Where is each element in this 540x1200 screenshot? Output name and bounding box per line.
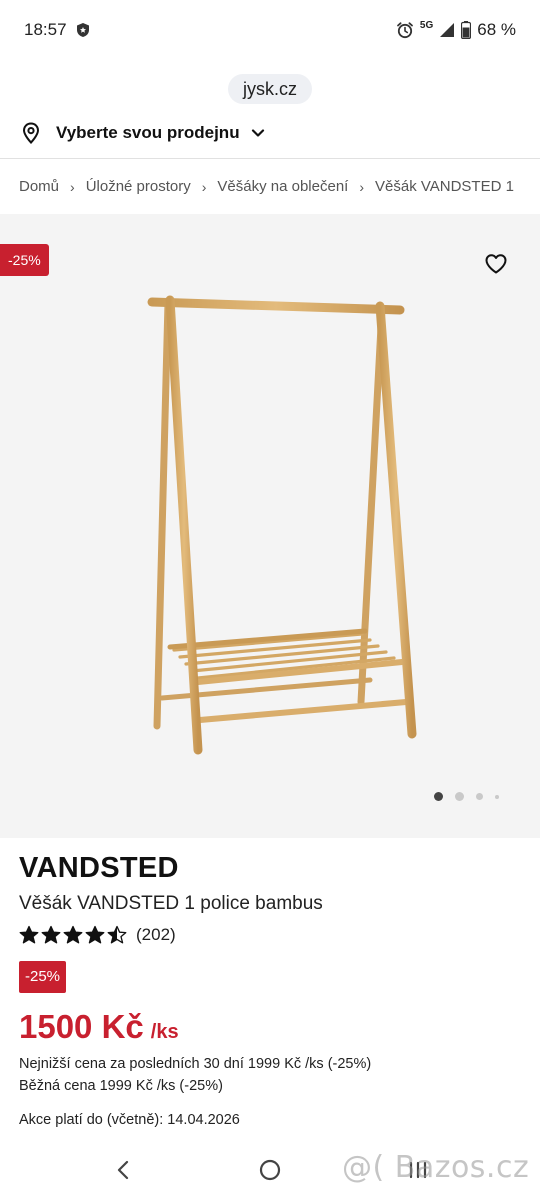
breadcrumb-separator: › — [359, 178, 364, 195]
carousel-indicator[interactable] — [434, 792, 499, 801]
store-selector-label: Vyberte svou prodejnu — [56, 123, 240, 142]
carousel-dot[interactable] — [476, 793, 483, 800]
review-count[interactable]: (202) — [136, 925, 176, 945]
price-value: 1500 Kč — [19, 1008, 144, 1045]
signal-icon — [440, 23, 455, 37]
battery-icon — [461, 21, 472, 39]
discount-badge: -25% — [0, 244, 49, 276]
price-row: 1500 Kč /ks — [19, 1008, 179, 1046]
star-full-icon — [85, 925, 105, 944]
watermark: @( Bazos.cz — [342, 1150, 530, 1185]
status-time: 18:57 — [24, 20, 67, 39]
price-discount-badge: -25% — [19, 961, 67, 993]
breadcrumb-item-clothes-racks[interactable]: Věšáky na oblečení — [217, 178, 348, 195]
product-image — [147, 295, 417, 755]
shield-icon — [77, 23, 89, 37]
battery-level: 68 % — [477, 20, 516, 39]
star-full-icon — [41, 925, 61, 944]
regular-price-note: Běžná cena 1999 Kč /ks (-25%) — [19, 1078, 223, 1094]
back-icon[interactable] — [114, 1158, 134, 1182]
alarm-icon — [397, 22, 413, 39]
rating-stars — [19, 925, 127, 945]
carousel-dot-active[interactable] — [434, 792, 443, 801]
price-unit: /ks — [150, 1021, 179, 1043]
status-icons: 5G 68 % — [396, 20, 516, 40]
product-title: VANDSTED — [19, 852, 179, 884]
store-selector[interactable]: Vyberte svou prodejnu — [20, 118, 266, 148]
network-type: 5G — [419, 19, 434, 31]
chevron-down-icon — [251, 129, 264, 137]
home-icon[interactable] — [259, 1159, 281, 1181]
breadcrumb-separator: › — [70, 178, 75, 195]
breadcrumb-item-home[interactable]: Domů — [19, 178, 59, 195]
lowest-price-note: Nejnižší cena za posledních 30 dní 1999 … — [19, 1056, 372, 1072]
carousel-dot[interactable] — [455, 792, 464, 801]
product-gallery[interactable]: -25% — [0, 214, 540, 838]
breadcrumb-item-storage[interactable]: Úložné prostory — [86, 178, 191, 195]
star-half-icon — [107, 925, 127, 944]
breadcrumb-item-current[interactable]: Věšák VANDSTED 1 — [375, 178, 514, 195]
breadcrumb-separator: › — [201, 178, 207, 195]
star-full-icon — [63, 925, 83, 944]
star-full-icon — [19, 925, 39, 944]
heart-icon[interactable] — [484, 252, 508, 276]
header-divider — [0, 158, 540, 159]
status-bar: 18:57 5G 68 % — [0, 0, 540, 62]
product-subtitle: Věšák VANDSTED 1 police bambus — [19, 893, 323, 914]
offer-validity: Akce platí do (včetně): 14.04.2026 — [19, 1112, 240, 1128]
breadcrumb: Domů › Úložné prostory › Věšáky na obleč… — [19, 178, 514, 195]
location-pin-icon — [22, 122, 40, 144]
carousel-dot[interactable] — [495, 794, 499, 799]
url-bar[interactable]: jysk.cz — [228, 74, 312, 104]
product-rating[interactable]: (202) — [19, 925, 176, 945]
navigation-bar: @( Bazos.cz — [0, 1140, 540, 1200]
